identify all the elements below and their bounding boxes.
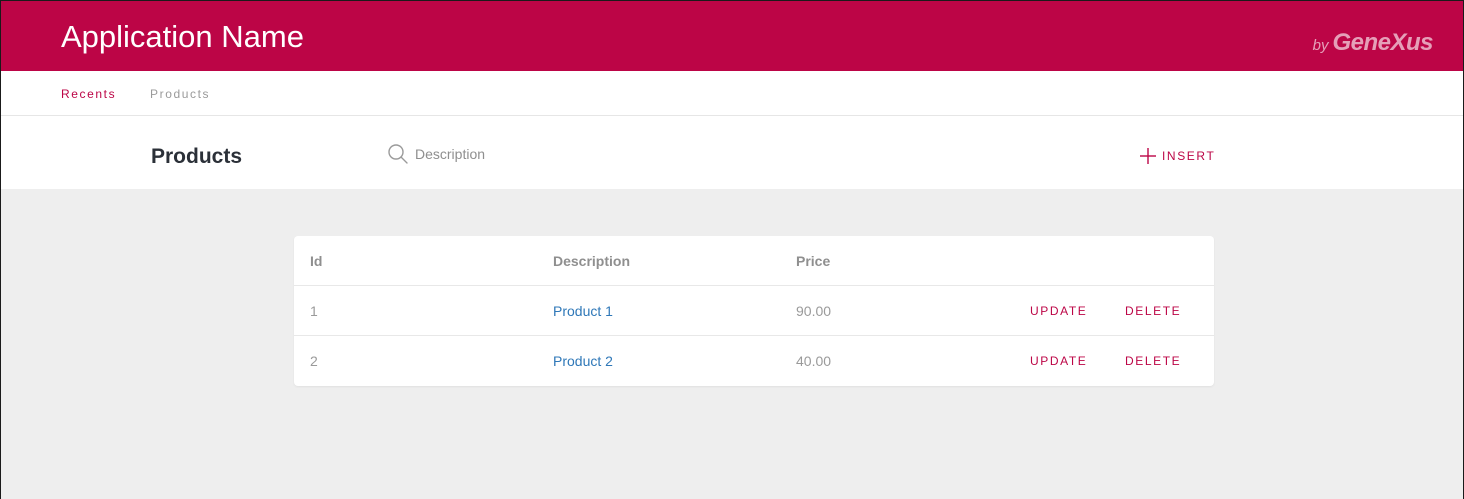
- products-grid: Id Description Price 1 Product 1 90.00 U…: [294, 236, 1214, 386]
- cell-id: 2: [310, 353, 318, 369]
- plus-icon: [1140, 148, 1156, 164]
- content-area: Id Description Price 1 Product 1 90.00 U…: [1, 189, 1463, 499]
- insert-button-label: INSERT: [1162, 149, 1216, 163]
- cell-id: 1: [310, 303, 318, 319]
- tab-products[interactable]: Products: [150, 87, 210, 101]
- update-button[interactable]: UPDATE: [1030, 354, 1087, 368]
- genexus-logo: by GeneXus: [1312, 29, 1434, 57]
- column-header-price[interactable]: Price: [796, 253, 830, 269]
- search-box: [387, 141, 687, 167]
- cell-price: 40.00: [796, 353, 832, 369]
- product-link[interactable]: Product 2: [553, 353, 613, 369]
- column-header-id[interactable]: Id: [310, 253, 322, 269]
- table-header-row: Id Description Price: [294, 236, 1214, 286]
- app-name: Application Name: [61, 19, 304, 54]
- product-link[interactable]: Product 1: [553, 303, 613, 319]
- column-header-description[interactable]: Description: [553, 253, 630, 269]
- update-button[interactable]: UPDATE: [1030, 304, 1087, 318]
- toolbar: Products INSERT: [1, 117, 1463, 189]
- insert-button[interactable]: INSERT: [1139, 145, 1215, 167]
- app-window: Application Name by GeneXus Recents Produ…: [0, 0, 1464, 499]
- table-row: 1 Product 1 90.00 UPDATE DELETE: [294, 286, 1214, 336]
- search-input[interactable]: [415, 143, 675, 165]
- cell-price: 90.00: [796, 303, 832, 319]
- delete-button[interactable]: DELETE: [1125, 304, 1181, 318]
- table-row: 2 Product 2 40.00 UPDATE DELETE: [294, 336, 1214, 386]
- brand-name: GeneXus: [1332, 29, 1433, 56]
- search-icon[interactable]: [387, 143, 409, 165]
- tab-recents[interactable]: Recents: [61, 87, 116, 101]
- page-title: Products: [151, 145, 243, 168]
- delete-button[interactable]: DELETE: [1125, 354, 1181, 368]
- tab-bar: Recents Products: [1, 71, 1463, 116]
- brand-by: by: [1312, 37, 1329, 54]
- app-header: Application Name by GeneXus: [1, 1, 1463, 71]
